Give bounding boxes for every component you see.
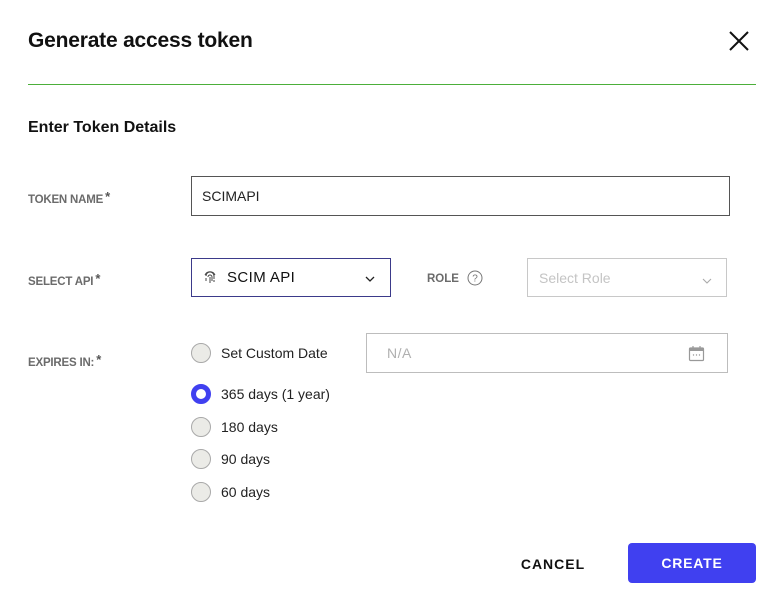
role-label: ROLE	[427, 273, 459, 285]
select-api-label: SELECT API *	[28, 271, 101, 288]
role-select[interactable]: Select Role	[527, 258, 727, 297]
radio-label: 60 days	[221, 484, 271, 500]
radio-button-selected[interactable]	[191, 384, 211, 404]
radio-label: 365 days (1 year)	[221, 386, 330, 402]
radio-button[interactable]	[191, 343, 211, 363]
radio-label: 180 days	[221, 419, 278, 435]
radio-button[interactable]	[191, 449, 211, 469]
radio-option-180-days[interactable]: 180 days	[191, 417, 278, 437]
token-name-value: SCIMAPI	[202, 188, 260, 204]
api-select[interactable]: SCIM API	[191, 258, 391, 297]
token-name-input[interactable]: SCIMAPI	[191, 176, 730, 216]
chevron-down-icon	[702, 273, 712, 284]
token-name-label-text: TOKEN NAME	[28, 194, 104, 206]
required-mark: *	[95, 271, 101, 286]
expires-in-label-text: EXPIRES IN:	[28, 357, 95, 369]
token-name-label: TOKEN NAME *	[28, 189, 110, 206]
cancel-button[interactable]: CANCEL	[503, 545, 603, 583]
section-title: Enter Token Details	[28, 119, 177, 136]
custom-date-placeholder: N/A	[387, 345, 412, 361]
close-icon[interactable]	[727, 29, 751, 53]
create-button[interactable]: CREATE	[628, 543, 756, 583]
required-mark: *	[105, 189, 110, 204]
radio-option-90-days[interactable]: 90 days	[191, 449, 270, 469]
role-select-placeholder: Select Role	[539, 269, 611, 286]
radio-label: Set Custom Date	[221, 345, 328, 361]
select-api-label-text: SELECT API	[28, 276, 94, 288]
fingerprint-icon	[203, 270, 217, 285]
radio-button[interactable]	[191, 482, 211, 502]
chevron-down-icon	[364, 272, 376, 284]
custom-date-input[interactable]: N/A	[366, 333, 728, 373]
header-divider	[28, 84, 756, 85]
svg-text:?: ?	[472, 274, 478, 285]
expires-in-label: EXPIRES IN: *	[28, 352, 102, 369]
question-circle-icon[interactable]: ?	[467, 270, 483, 286]
dialog-title: Generate access token	[28, 29, 253, 52]
radio-option-365-days[interactable]: 365 days (1 year)	[191, 384, 330, 404]
radio-button[interactable]	[191, 417, 211, 437]
radio-label: 90 days	[221, 451, 271, 467]
required-mark: *	[96, 352, 102, 367]
radio-option-custom-date[interactable]: Set Custom Date	[191, 343, 328, 363]
calendar-icon[interactable]	[688, 345, 705, 362]
radio-option-60-days[interactable]: 60 days	[191, 482, 270, 502]
api-select-value: SCIM API	[227, 269, 296, 286]
